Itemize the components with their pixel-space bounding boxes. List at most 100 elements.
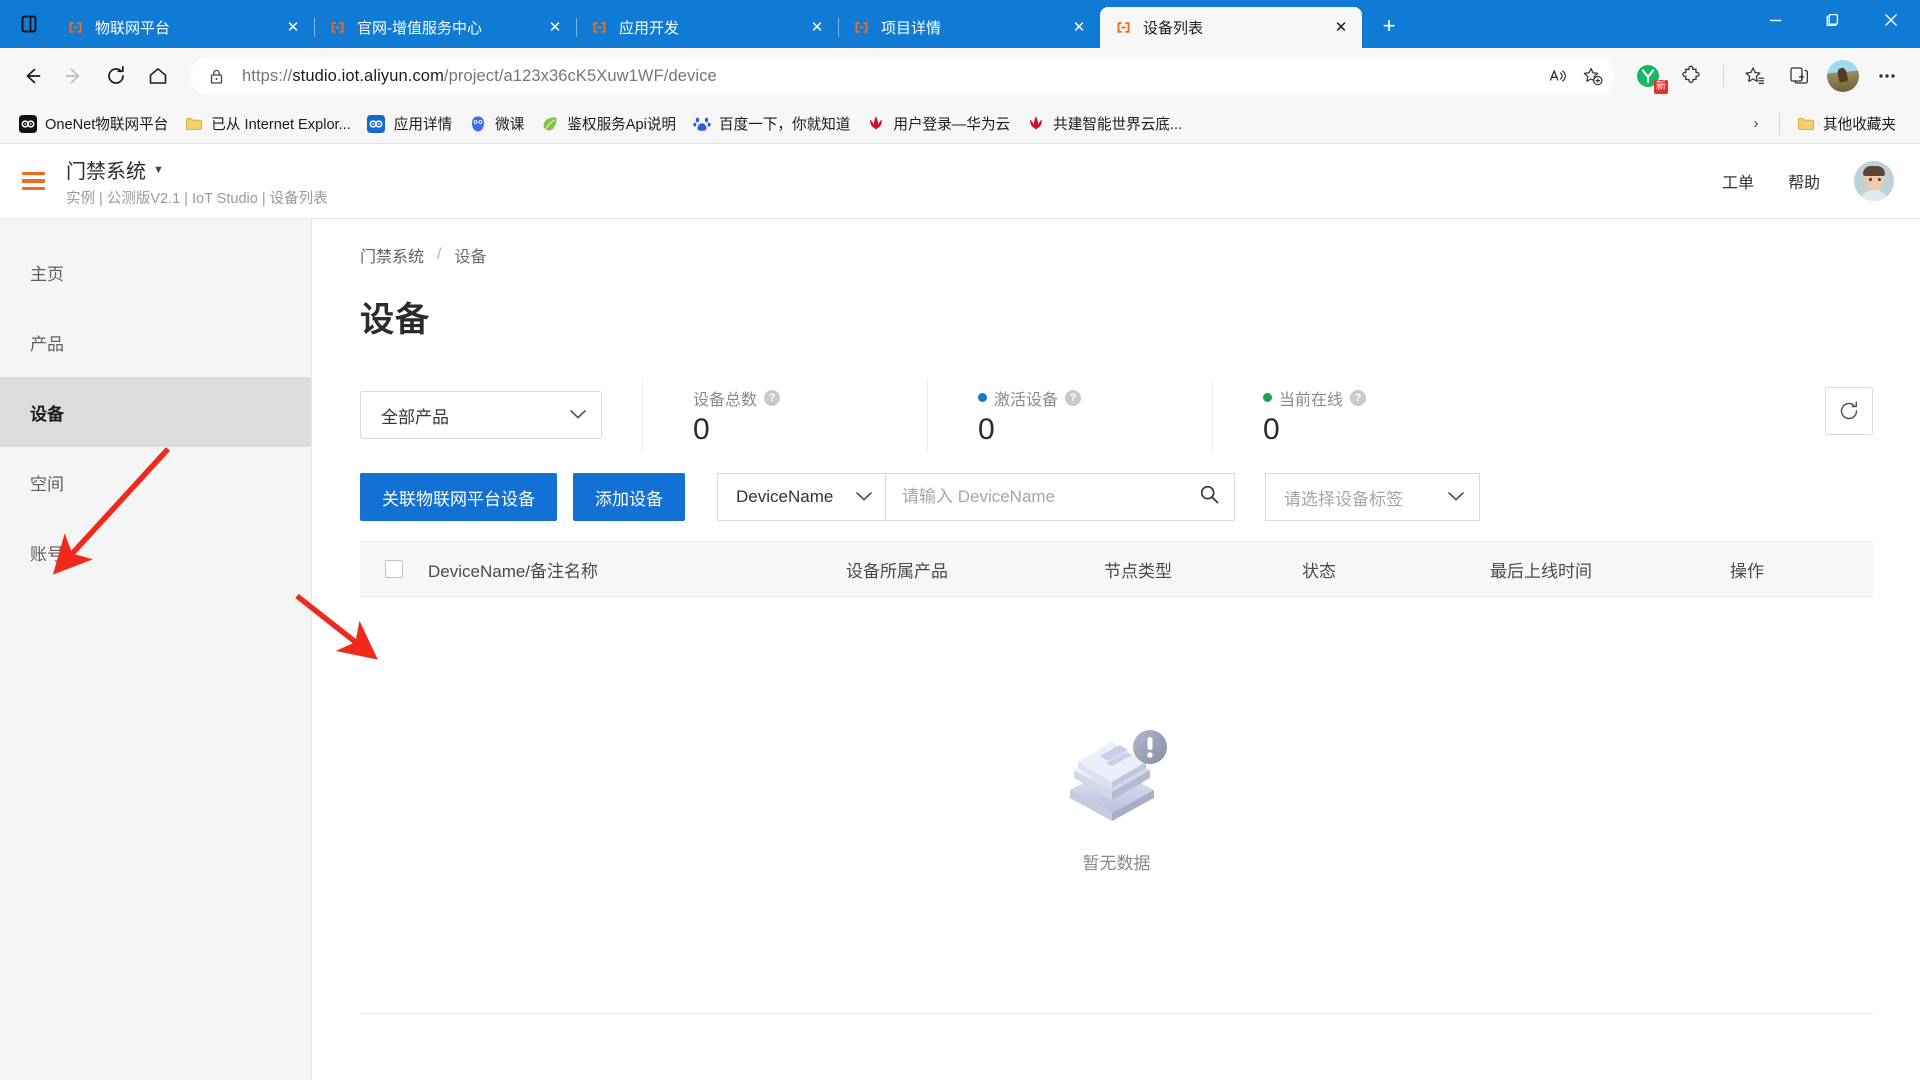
add-favorite-icon[interactable] <box>1575 61 1609 91</box>
column-device-name[interactable]: DeviceName/备注名称 <box>428 557 846 582</box>
column-status[interactable]: 状态 <box>1302 557 1490 582</box>
bookmark-label: 应用详情 <box>393 117 453 133</box>
search-field-value: DeviceName <box>736 487 834 506</box>
link-iot-platform-device-button[interactable]: 关联物联网平台设备 <box>360 473 557 521</box>
refresh-arrow-icon[interactable] <box>96 56 136 96</box>
project-selector[interactable]: 门禁系统 ▼ <box>66 155 328 184</box>
device-tag-select[interactable]: 请选择设备标签 <box>1265 473 1480 521</box>
column-node-type[interactable]: 节点类型 <box>1104 557 1302 582</box>
sidebar-item-label: 设备 <box>30 404 64 424</box>
bookmark-item[interactable]: 微课 <box>460 109 532 138</box>
new-tab-button[interactable]: + <box>1370 7 1408 45</box>
extensions-icon[interactable] <box>1671 56 1713 96</box>
devices-toolbar: 关联物联网平台设备 添加设备 DeviceName 请输入 DeviceName… <box>360 473 1873 521</box>
tab-close-icon[interactable]: ✕ <box>282 17 304 39</box>
bookmark-item[interactable]: 用户登录—华为云 <box>858 109 1018 138</box>
bookmark-label: 微课 <box>495 117 525 133</box>
browser-window: 物联网平台 ✕ 官网-增值服务中心 ✕ 应用开发 ✕ 项目详情 ✕ 设备列表 ✕… <box>0 0 1920 1080</box>
user-avatar[interactable] <box>1854 161 1894 201</box>
navigation-toolbar: https://studio.iot.aliyun.com/project/a1… <box>0 48 1920 104</box>
browser-tab-4[interactable]: 项目详情 ✕ <box>838 7 1100 48</box>
sidebar-item-spaces[interactable]: 空间 <box>0 447 311 517</box>
avatar-body <box>1859 190 1889 201</box>
profile-avatar[interactable] <box>1822 56 1864 96</box>
stat-value: 0 <box>1263 412 1280 446</box>
search-icon[interactable] <box>1199 484 1220 510</box>
app-header: 门禁系统 ▼ 实例 | 公测版V2.1 | IoT Studio | 设备列表 … <box>0 144 1920 219</box>
search-input[interactable] <box>902 487 1199 507</box>
read-aloud-icon[interactable] <box>1541 61 1575 91</box>
page-body: 主页 产品 设备 空间 账号 门禁系统 / 设备 设备 全部产品 设备总数 ? … <box>0 219 1920 1080</box>
bookmark-label: 用户登录—华为云 <box>893 117 1011 133</box>
tab-close-icon[interactable]: ✕ <box>1068 17 1090 39</box>
browser-tab-5-active[interactable]: 设备列表 ✕ <box>1100 7 1362 48</box>
add-device-button[interactable]: 添加设备 <box>573 473 685 521</box>
bookmark-item[interactable]: 百度一下，你就知道 <box>684 109 858 138</box>
devices-table: DeviceName/备注名称 设备所属产品 节点类型 状态 最后上线时间 操作 <box>360 541 1873 1014</box>
maximize-button[interactable] <box>1804 0 1862 40</box>
bookmark-item[interactable]: OneNet物联网平台 <box>10 109 176 138</box>
search-field-select[interactable]: DeviceName <box>717 473 885 521</box>
sidebar-item-label: 账号 <box>30 544 64 564</box>
forward-arrow-icon[interactable] <box>54 56 94 96</box>
tab-title: 项目详情 <box>881 20 942 37</box>
favorites-icon[interactable] <box>1734 56 1776 96</box>
tab-search-icon[interactable] <box>6 0 52 48</box>
project-name: 门禁系统 <box>66 160 146 183</box>
browser-tab-2[interactable]: 官网-增值服务中心 ✕ <box>314 7 576 48</box>
tab-close-icon[interactable]: ✕ <box>806 17 828 39</box>
youdao-translate-icon[interactable]: 新 <box>1627 56 1669 96</box>
sidebar-item-devices[interactable]: 设备 <box>0 377 311 447</box>
avatar <box>1827 60 1859 92</box>
back-arrow-icon[interactable] <box>12 56 52 96</box>
close-window-button[interactable] <box>1862 0 1920 40</box>
bookmarks-overflow-icon[interactable]: › <box>1741 115 1771 132</box>
help-icon[interactable]: ? <box>764 389 781 406</box>
project-info: 门禁系统 ▼ 实例 | 公测版V2.1 | IoT Studio | 设备列表 <box>66 155 328 208</box>
tab-title: 应用开发 <box>619 20 680 37</box>
bookmark-item[interactable]: 已从 Internet Explor... <box>176 109 359 138</box>
refresh-button[interactable] <box>1825 387 1873 435</box>
collections-icon[interactable] <box>1778 56 1820 96</box>
column-last-online[interactable]: 最后上线时间 <box>1490 557 1730 582</box>
column-product[interactable]: 设备所属产品 <box>846 557 1104 582</box>
stat-label-row: 当前在线 ? <box>1263 386 1437 410</box>
sidebar-item-products[interactable]: 产品 <box>0 307 311 377</box>
bookmark-item[interactable]: 共建智能世界云底... <box>1018 109 1190 138</box>
column-actions[interactable]: 操作 <box>1730 557 1873 582</box>
other-favorites-button[interactable]: 其他收藏夹 <box>1788 109 1904 138</box>
tab-close-icon[interactable]: ✕ <box>544 17 566 39</box>
stat-label-row: 激活设备 ? <box>978 386 1152 410</box>
settings-more-icon[interactable] <box>1866 56 1908 96</box>
help-icon[interactable]: ? <box>1350 389 1367 406</box>
search-controls: DeviceName 请输入 DeviceName 请选择设备标签 <box>717 473 1480 521</box>
url-text: https://studio.iot.aliyun.com/project/a1… <box>228 67 1541 86</box>
status-dot-blue <box>978 393 987 402</box>
bookmark-label: 已从 Internet Explor... <box>211 117 351 133</box>
breadcrumb-root[interactable]: 门禁系统 <box>360 243 424 267</box>
sidebar-item-account[interactable]: 账号 <box>0 517 311 587</box>
home-icon[interactable] <box>138 56 178 96</box>
product-filter-value: 全部产品 <box>381 407 449 427</box>
sidebar-item-home[interactable]: 主页 <box>0 237 311 307</box>
stat-activated-devices: 激活设备 ? 0 <box>927 379 1212 451</box>
bookmark-item[interactable]: 应用详情 <box>359 109 460 138</box>
help-icon[interactable]: ? <box>1065 389 1082 406</box>
hamburger-icon[interactable] <box>0 171 66 191</box>
address-bar[interactable]: https://studio.iot.aliyun.com/project/a1… <box>190 57 1615 95</box>
baidu-icon <box>692 114 711 133</box>
url-host: studio.iot.aliyun.com <box>292 66 444 85</box>
stat-value: 0 <box>693 412 710 446</box>
aliyun-iot-icon <box>852 19 870 37</box>
select-all-checkbox[interactable] <box>385 560 403 578</box>
browser-tab-1[interactable]: 物联网平台 ✕ <box>52 7 314 48</box>
product-filter-select[interactable]: 全部产品 <box>360 391 602 439</box>
header-link-help[interactable]: 帮助 <box>1788 169 1820 193</box>
tab-close-icon[interactable]: ✕ <box>1330 17 1352 39</box>
bookmark-item[interactable]: 鉴权服务Api说明 <box>532 109 684 138</box>
huawei-icon <box>1026 114 1045 133</box>
minimize-button[interactable] <box>1746 0 1804 40</box>
search-box[interactable] <box>885 473 1235 521</box>
browser-tab-3[interactable]: 应用开发 ✕ <box>576 7 838 48</box>
header-link-workorder[interactable]: 工单 <box>1722 169 1754 193</box>
